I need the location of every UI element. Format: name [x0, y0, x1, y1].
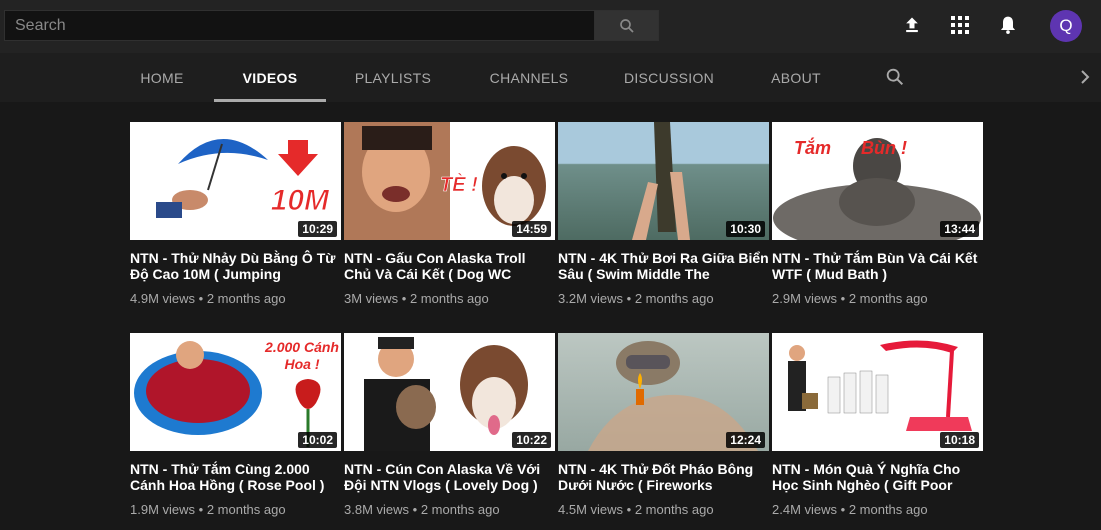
- thumbnail-overlay-text: 2.000 Cánh Hoa !: [265, 339, 339, 372]
- apps-icon: [951, 16, 969, 34]
- avatar[interactable]: Q: [1050, 10, 1082, 42]
- video-title[interactable]: NTN - 4K Thử Bơi Ra Giữa Biển Sâu ( Swim…: [558, 250, 769, 282]
- video-meta: 2.9M views • 2 months ago: [772, 291, 928, 306]
- video-card[interactable]: 10:22 NTN - Cún Con Alaska Về Với Đội NT…: [344, 333, 555, 517]
- video-duration: 10:29: [298, 221, 337, 237]
- video-duration: 10:30: [726, 221, 765, 237]
- tab-playlists[interactable]: PLAYLISTS: [346, 53, 440, 102]
- video-card[interactable]: Tắm Bùn ! 13:44 NTN - Thử Tắm Bùn Và Cái…: [772, 122, 983, 306]
- video-card[interactable]: 10M 10:29 NTN - Thử Nhảy Dù Bằng Ô Từ Độ…: [130, 122, 341, 306]
- thumbnail-overlay-text: 10M: [270, 184, 329, 218]
- video-duration: 12:24: [726, 432, 765, 448]
- video-card[interactable]: 10:30 NTN - 4K Thử Bơi Ra Giữa Biển Sâu …: [558, 122, 769, 306]
- video-meta: 1.9M views • 2 months ago: [130, 502, 286, 517]
- upload-button[interactable]: [900, 13, 924, 37]
- video-duration: 10:22: [512, 432, 551, 448]
- search-input[interactable]: [4, 10, 594, 41]
- video-title[interactable]: NTN - Gấu Con Alaska Troll Chủ Và Cái Kế…: [344, 250, 555, 282]
- search-box: [4, 10, 660, 41]
- video-thumbnail[interactable]: 10:18: [772, 333, 983, 451]
- video-card[interactable]: 10:18 NTN - Món Quà Ý Nghĩa Cho Học Sinh…: [772, 333, 983, 517]
- video-thumbnail[interactable]: 12:24: [558, 333, 769, 451]
- thumbnail-overlay-text: TÈ !: [440, 174, 478, 197]
- notifications-button[interactable]: [996, 13, 1020, 37]
- video-thumbnail[interactable]: 10M 10:29: [130, 122, 341, 240]
- masthead: Q: [0, 0, 1101, 53]
- video-meta: 4.5M views • 2 months ago: [558, 502, 714, 517]
- tab-videos[interactable]: VIDEOS: [214, 53, 326, 102]
- video-thumbnail[interactable]: TÈ ! 14:59: [344, 122, 555, 240]
- tab-channels[interactable]: CHANNELS: [480, 53, 578, 102]
- search-button[interactable]: [594, 10, 659, 41]
- tab-home[interactable]: HOME: [130, 53, 194, 102]
- search-icon[interactable]: [884, 66, 906, 88]
- video-card[interactable]: 2.000 Cánh Hoa ! 10:02 NTN - Thử Tắm Cùn…: [130, 333, 341, 517]
- video-title[interactable]: NTN - Món Quà Ý Nghĩa Cho Học Sinh Nghèo…: [772, 461, 983, 493]
- video-title[interactable]: NTN - 4K Thử Đốt Pháo Bông Dưới Nước ( F…: [558, 461, 769, 493]
- search-icon: [619, 18, 634, 33]
- upload-icon: [906, 17, 918, 33]
- video-card[interactable]: 12:24 NTN - 4K Thử Đốt Pháo Bông Dưới Nư…: [558, 333, 769, 517]
- tab-discussion[interactable]: DISCUSSION: [617, 53, 721, 102]
- apps-button[interactable]: [948, 13, 972, 37]
- video-thumbnail[interactable]: Tắm Bùn ! 13:44: [772, 122, 983, 240]
- video-title[interactable]: NTN - Cún Con Alaska Về Với Đội NTN Vlog…: [344, 461, 555, 493]
- video-meta: 3M views • 2 months ago: [344, 291, 489, 306]
- video-title[interactable]: NTN - Thử Tắm Cùng 2.000 Cánh Hoa Hồng (…: [130, 461, 341, 493]
- video-duration: 14:59: [512, 221, 551, 237]
- channel-tabs: HOME VIDEOS PLAYLISTS CHANNELS DISCUSSIO…: [0, 53, 1101, 102]
- bell-icon: [1000, 16, 1016, 34]
- video-thumbnail[interactable]: 2.000 Cánh Hoa ! 10:02: [130, 333, 341, 451]
- video-duration: 10:18: [940, 432, 979, 448]
- video-meta: 2.4M views • 2 months ago: [772, 502, 928, 517]
- video-duration: 13:44: [940, 221, 979, 237]
- video-thumbnail[interactable]: 10:22: [344, 333, 555, 451]
- thumbnail-overlay-text: Tắm Bùn !: [794, 138, 908, 158]
- video-card[interactable]: TÈ ! 14:59 NTN - Gấu Con Alaska Troll Ch…: [344, 122, 555, 306]
- chevron-right-icon[interactable]: [1075, 67, 1095, 87]
- video-thumbnail[interactable]: 10:30: [558, 122, 769, 240]
- tab-about[interactable]: ABOUT: [760, 53, 832, 102]
- video-duration: 10:02: [298, 432, 337, 448]
- video-meta: 3.8M views • 2 months ago: [344, 502, 500, 517]
- video-title[interactable]: NTN - Thử Tắm Bùn Và Cái Kết WTF ( Mud B…: [772, 250, 983, 282]
- video-meta: 4.9M views • 2 months ago: [130, 291, 286, 306]
- video-title[interactable]: NTN - Thử Nhảy Dù Bằng Ô Từ Độ Cao 10M (…: [130, 250, 341, 282]
- video-meta: 3.2M views • 2 months ago: [558, 291, 714, 306]
